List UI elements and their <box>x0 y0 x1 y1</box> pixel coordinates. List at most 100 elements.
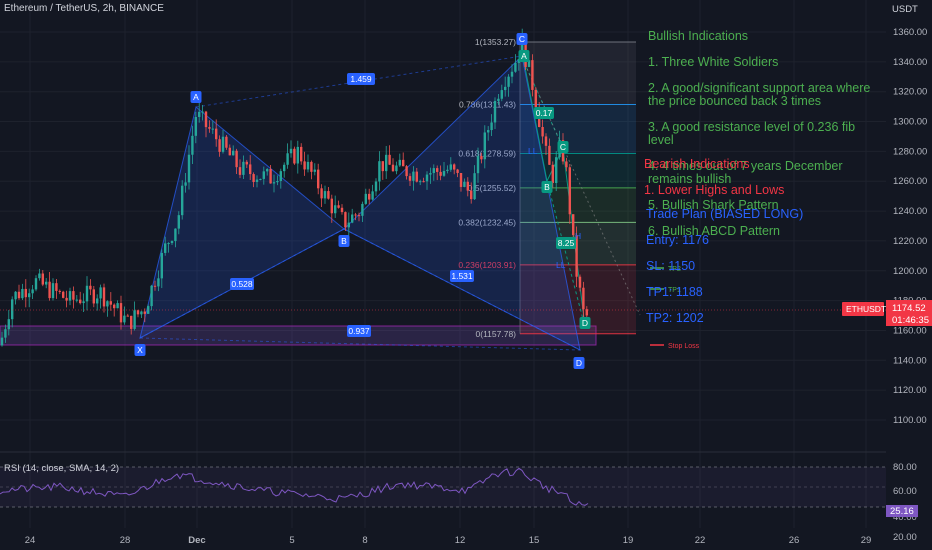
pattern-label: 1.531 <box>450 270 474 282</box>
pattern-label: 0.937 <box>347 325 371 337</box>
trade-plan: Trade Plan (BIASED LONG) Entry: 1176 SL:… <box>646 195 876 338</box>
svg-text:A: A <box>193 92 199 102</box>
svg-text:0.528: 0.528 <box>231 279 253 289</box>
price-axis[interactable]: 1360.00 1340.00 1320.00 1300.00 1280.00 1260.… <box>893 27 927 426</box>
time-tick: 8 <box>362 535 367 546</box>
candle <box>109 292 112 311</box>
time-tick: 29 <box>861 535 872 546</box>
price-tick: 1140.00 <box>893 355 927 366</box>
candle <box>371 184 374 201</box>
stop-loss-label: Stop Loss <box>668 343 700 350</box>
candle <box>96 294 99 311</box>
rsi-tick: 60.00 <box>893 486 917 497</box>
pattern-label: 8.25 <box>556 237 576 249</box>
pattern-label: D <box>579 317 591 329</box>
candle <box>303 151 306 176</box>
price-tick: 1320.00 <box>893 87 927 98</box>
candle <box>11 296 14 328</box>
candle <box>82 293 85 313</box>
rsi-title[interactable]: RSI (14, close, SMA, 14, 2) <box>4 463 119 474</box>
candle <box>391 158 395 172</box>
pattern-label: A <box>518 50 530 62</box>
time-tick: 24 <box>25 535 36 546</box>
svg-text:C: C <box>560 142 566 152</box>
currency-label[interactable]: USDT <box>892 4 918 15</box>
symbol-title[interactable]: Ethereum / TetherUS, 2h, BINANCE <box>4 3 164 14</box>
pattern-label: B <box>541 181 553 193</box>
candle <box>368 188 371 205</box>
candle <box>24 279 27 308</box>
candle <box>55 278 58 299</box>
price-tick: 1280.00 <box>893 146 927 157</box>
time-tick: 15 <box>529 535 540 546</box>
price-tick: 1220.00 <box>893 236 927 247</box>
candle <box>181 180 184 220</box>
time-tick: 19 <box>623 535 634 546</box>
candle <box>296 140 299 174</box>
svg-text:8.25: 8.25 <box>558 238 575 248</box>
candle <box>92 285 95 308</box>
svg-text:C: C <box>519 34 525 44</box>
price-tick: 1260.00 <box>893 176 927 187</box>
candle <box>34 275 38 292</box>
candle <box>58 289 61 295</box>
plan-tp1: TP1: 1188 <box>646 285 703 299</box>
candle <box>340 204 344 215</box>
candle <box>89 279 92 296</box>
svg-text:H: H <box>575 231 581 241</box>
candle <box>79 291 82 305</box>
candle <box>327 187 330 200</box>
candle <box>45 278 48 289</box>
svg-text:D: D <box>576 358 582 368</box>
rsi-tick: 80.00 <box>893 462 917 473</box>
candle <box>126 313 129 317</box>
shark-pattern <box>139 54 581 351</box>
candle <box>398 153 401 167</box>
svg-text:B: B <box>341 236 347 246</box>
candle <box>140 310 143 319</box>
price-tick: 1100.00 <box>893 415 927 426</box>
bullish-line-2: 2. A good/significant support area where… <box>648 81 871 108</box>
svg-text:X: X <box>137 345 143 355</box>
candle <box>337 200 340 209</box>
candle <box>300 143 303 165</box>
candle <box>378 151 381 191</box>
candle <box>317 163 320 195</box>
candle <box>62 290 65 299</box>
svg-text:0.17: 0.17 <box>536 108 553 118</box>
candle <box>68 287 72 306</box>
candle <box>306 154 310 173</box>
svg-text:A: A <box>521 51 527 61</box>
candle <box>395 161 398 175</box>
bullish-line-1: 1. Three White Soldiers <box>648 55 779 69</box>
candle <box>320 184 323 208</box>
candle <box>402 152 405 167</box>
pattern-label: 0.17 <box>534 107 554 119</box>
plan-sl: SL: 1150 <box>646 259 696 273</box>
candle <box>106 300 109 317</box>
price-tick: 1120.00 <box>893 385 927 396</box>
rsi-axis[interactable]: 80.0060.0040.0020.00 <box>893 462 917 543</box>
pattern-label: C <box>516 33 528 45</box>
pattern-label: C <box>557 141 569 153</box>
candle <box>99 284 102 309</box>
candle <box>323 185 327 204</box>
candle <box>21 283 24 301</box>
candle <box>102 283 106 313</box>
plan-tp2: TP2: 1202 <box>646 311 704 325</box>
candle <box>283 162 286 178</box>
svg-text:1.531: 1.531 <box>451 271 473 281</box>
candle <box>313 163 316 176</box>
candle <box>293 146 296 165</box>
candle <box>381 161 384 180</box>
price-tick: 1300.00 <box>893 117 927 128</box>
price-tick: 1200.00 <box>893 266 927 277</box>
time-axis[interactable]: 24 28 Dec 5 8 12 15 19 22 26 29 <box>25 535 872 546</box>
fib-label: 0(1157.78) <box>476 329 517 339</box>
fib-label: 1(1353.27) <box>475 37 516 47</box>
price-tick: 1360.00 <box>893 27 927 38</box>
time-tick: Dec <box>188 535 205 546</box>
candle <box>72 286 75 309</box>
bullish-line-3: 3. A good resistance level of 0.236 fib … <box>648 120 856 147</box>
candle <box>334 195 337 218</box>
